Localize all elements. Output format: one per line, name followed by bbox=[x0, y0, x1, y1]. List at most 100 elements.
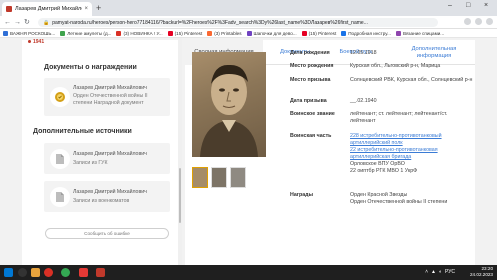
report-error-button[interactable]: Сообщить об ошибке bbox=[45, 228, 169, 239]
portrait-photo[interactable] bbox=[192, 52, 266, 157]
clock-date: 24.02.2023 bbox=[470, 272, 493, 277]
network-icon[interactable]: ▲ bbox=[431, 269, 436, 275]
bookmark-favicon-icon bbox=[60, 30, 66, 36]
chevron-up-icon[interactable]: ˄ bbox=[425, 269, 428, 275]
bookmark-label: Летние амулеты (д... bbox=[67, 30, 112, 36]
bookmark-label: Подробная инстру... bbox=[348, 30, 391, 36]
bookmark-favicon-icon bbox=[341, 30, 347, 36]
info-value: Орден Красной Звезды Орден Отечественной… bbox=[350, 192, 474, 206]
info-label: Дата рождения bbox=[290, 50, 330, 56]
source-card-text: Записи из военкоматов bbox=[73, 198, 130, 204]
photo-thumbnails bbox=[192, 167, 246, 188]
minimize-button[interactable]: – bbox=[448, 2, 452, 9]
unit-text: Орловское ВПУ ОрВО bbox=[350, 161, 405, 167]
bookmark-favicon-icon bbox=[301, 30, 307, 36]
close-window-button[interactable]: × bbox=[484, 2, 488, 9]
bookmark-label: Вязание спицами... bbox=[402, 30, 445, 36]
info-label: Место рождения bbox=[290, 63, 334, 69]
info-value: лейтенант; ст. лейтенант; лейтенант/ст. … bbox=[350, 111, 448, 124]
taskbar: ˄ ▲ ◐ РУС 23:20 24.02.2023 bbox=[0, 265, 497, 280]
browser-tab[interactable]: Лазарев Дмитрий Михайлович - Д... × bbox=[2, 2, 92, 16]
photo-thumbnail[interactable] bbox=[192, 167, 208, 188]
bookmark-label: (15) Pinterest bbox=[174, 30, 203, 36]
photo-thumbnail[interactable] bbox=[230, 167, 246, 188]
top-badge: 1941 bbox=[28, 39, 44, 45]
bookmark-label: ВАЖНЯ РОСКОШЬ... bbox=[10, 30, 56, 36]
bookmarks-bar: ВАЖНЯ РОСКОШЬ... Летние амулеты (д... (3) … bbox=[0, 29, 497, 38]
source-card-name: Лазарев Дмитрий Михайлович bbox=[73, 151, 147, 157]
unit-link[interactable]: 22 истребительно-противотанковая артилле… bbox=[350, 147, 474, 161]
bookmark-label: Шапочки для дево... bbox=[253, 30, 297, 36]
award-card-name: Лазарев Дмитрий Михайлович bbox=[73, 85, 147, 91]
info-label: Воинское звание bbox=[290, 111, 335, 117]
forward-arrow-icon[interactable]: → bbox=[14, 17, 21, 28]
tab-close-icon[interactable]: × bbox=[84, 6, 88, 12]
bookmark-item[interactable]: (3) Printables bbox=[207, 30, 242, 36]
clock[interactable]: 23:20 24.02.2023 bbox=[470, 266, 493, 278]
extension-icons bbox=[464, 18, 493, 25]
info-value: Солнцевский РВК, Курская обл., Солнцевск… bbox=[350, 77, 473, 83]
medal-icon bbox=[50, 87, 70, 107]
unit-link[interactable]: 228 истребительно-противотанковый артилл… bbox=[350, 133, 474, 147]
bookmark-item[interactable]: Летние амулеты (д... bbox=[60, 30, 112, 36]
bookmark-item[interactable]: Шапочки для дево... bbox=[246, 30, 297, 36]
url-input[interactable]: 🔒 pamyat-naroda.ru/heroes/person-hero771… bbox=[38, 18, 438, 27]
bookmark-label: (3) НОВИНКА ! У... bbox=[123, 30, 163, 36]
bookmark-favicon-icon bbox=[3, 30, 8, 36]
bookmark-favicon-icon bbox=[395, 30, 401, 36]
volume-icon[interactable]: ◐ bbox=[439, 269, 442, 275]
sources-title: Дополнительные источники bbox=[33, 128, 132, 135]
left-scrollbar[interactable] bbox=[178, 38, 182, 265]
app-icon[interactable] bbox=[96, 268, 105, 277]
info-label: Воинская часть bbox=[290, 133, 332, 139]
award-card-text: Орден Отечественной войны II степени Наг… bbox=[73, 93, 148, 106]
browser-tab-strip: Лазарев Дмитрий Михайлович - Д... × + – … bbox=[0, 0, 497, 16]
bookmark-item[interactable]: (3) НОВИНКА ! У... bbox=[116, 30, 163, 36]
document-icon bbox=[50, 149, 70, 169]
bookmark-favicon-icon bbox=[116, 30, 122, 36]
opera-icon[interactable] bbox=[44, 268, 53, 277]
search-icon[interactable] bbox=[18, 268, 27, 277]
photo-thumbnail[interactable] bbox=[211, 167, 227, 188]
award-card[interactable]: Лазарев Дмитрий Михайлович Орден Отечест… bbox=[44, 78, 170, 116]
reload-icon[interactable]: ↻ bbox=[24, 17, 30, 28]
bookmark-item[interactable]: Подробная инстру... bbox=[341, 30, 391, 36]
info-value: __.02.1940 bbox=[350, 98, 377, 104]
yandex-icon[interactable] bbox=[79, 268, 88, 277]
maximize-button[interactable]: □ bbox=[466, 2, 470, 9]
bookmark-item[interactable]: Вязание спицами... bbox=[395, 30, 445, 36]
info-label: Место призыва bbox=[290, 77, 331, 83]
bookmark-favicon-icon bbox=[167, 30, 173, 36]
bookmark-favicon-icon bbox=[246, 30, 252, 36]
info-label: Дата призыва bbox=[290, 98, 327, 104]
bookmark-favicon-icon bbox=[207, 30, 213, 36]
unit-text: 22 оиптбр РГК МВО 1 УкрФ bbox=[350, 168, 418, 174]
info-value: 12.05.1918 bbox=[350, 50, 377, 56]
info-value: 228 истребительно-противотанковый артилл… bbox=[350, 133, 474, 175]
source-card-text: Записи из ГУК bbox=[73, 160, 108, 166]
profile-avatar-icon[interactable] bbox=[486, 18, 493, 25]
award-docs-title: Документы о награждении bbox=[44, 64, 137, 71]
back-arrow-icon[interactable]: ← bbox=[4, 17, 11, 28]
lock-icon: 🔒 bbox=[43, 19, 50, 26]
start-icon[interactable] bbox=[4, 268, 13, 277]
extension-icon[interactable] bbox=[464, 18, 471, 25]
bookmark-item[interactable]: (15) Pinterest bbox=[301, 30, 337, 36]
language-indicator[interactable]: РУС bbox=[445, 269, 455, 275]
bookmark-item[interactable]: (15) Pinterest bbox=[167, 30, 203, 36]
new-tab-button[interactable]: + bbox=[96, 3, 101, 13]
bookmark-label: (15) Pinterest bbox=[308, 30, 337, 36]
extension-icon[interactable] bbox=[475, 18, 482, 25]
address-bar: ← → ↻ 🔒 pamyat-naroda.ru/heroes/person-h… bbox=[0, 16, 497, 29]
chrome-icon[interactable] bbox=[61, 268, 70, 277]
bookmark-item[interactable]: ВАЖНЯ РОСКОШЬ... bbox=[3, 30, 56, 36]
info-value: Курская обл., Льговский р-н, Марица bbox=[350, 63, 441, 69]
source-card[interactable]: Лазарев Дмитрий Михайлович Записи из вое… bbox=[44, 181, 170, 212]
award-name: Орден Отечественной войны II степени bbox=[350, 199, 448, 205]
document-icon bbox=[50, 187, 70, 207]
scrollbar-thumb[interactable] bbox=[179, 168, 181, 223]
url-text: pamyat-naroda.ru/heroes/person-hero77184… bbox=[52, 19, 368, 26]
award-name: Орден Красной Звезды bbox=[350, 192, 408, 198]
explorer-icon[interactable] bbox=[31, 268, 40, 277]
source-card[interactable]: Лазарев Дмитрий Михайлович Записи из ГУК bbox=[44, 143, 170, 174]
